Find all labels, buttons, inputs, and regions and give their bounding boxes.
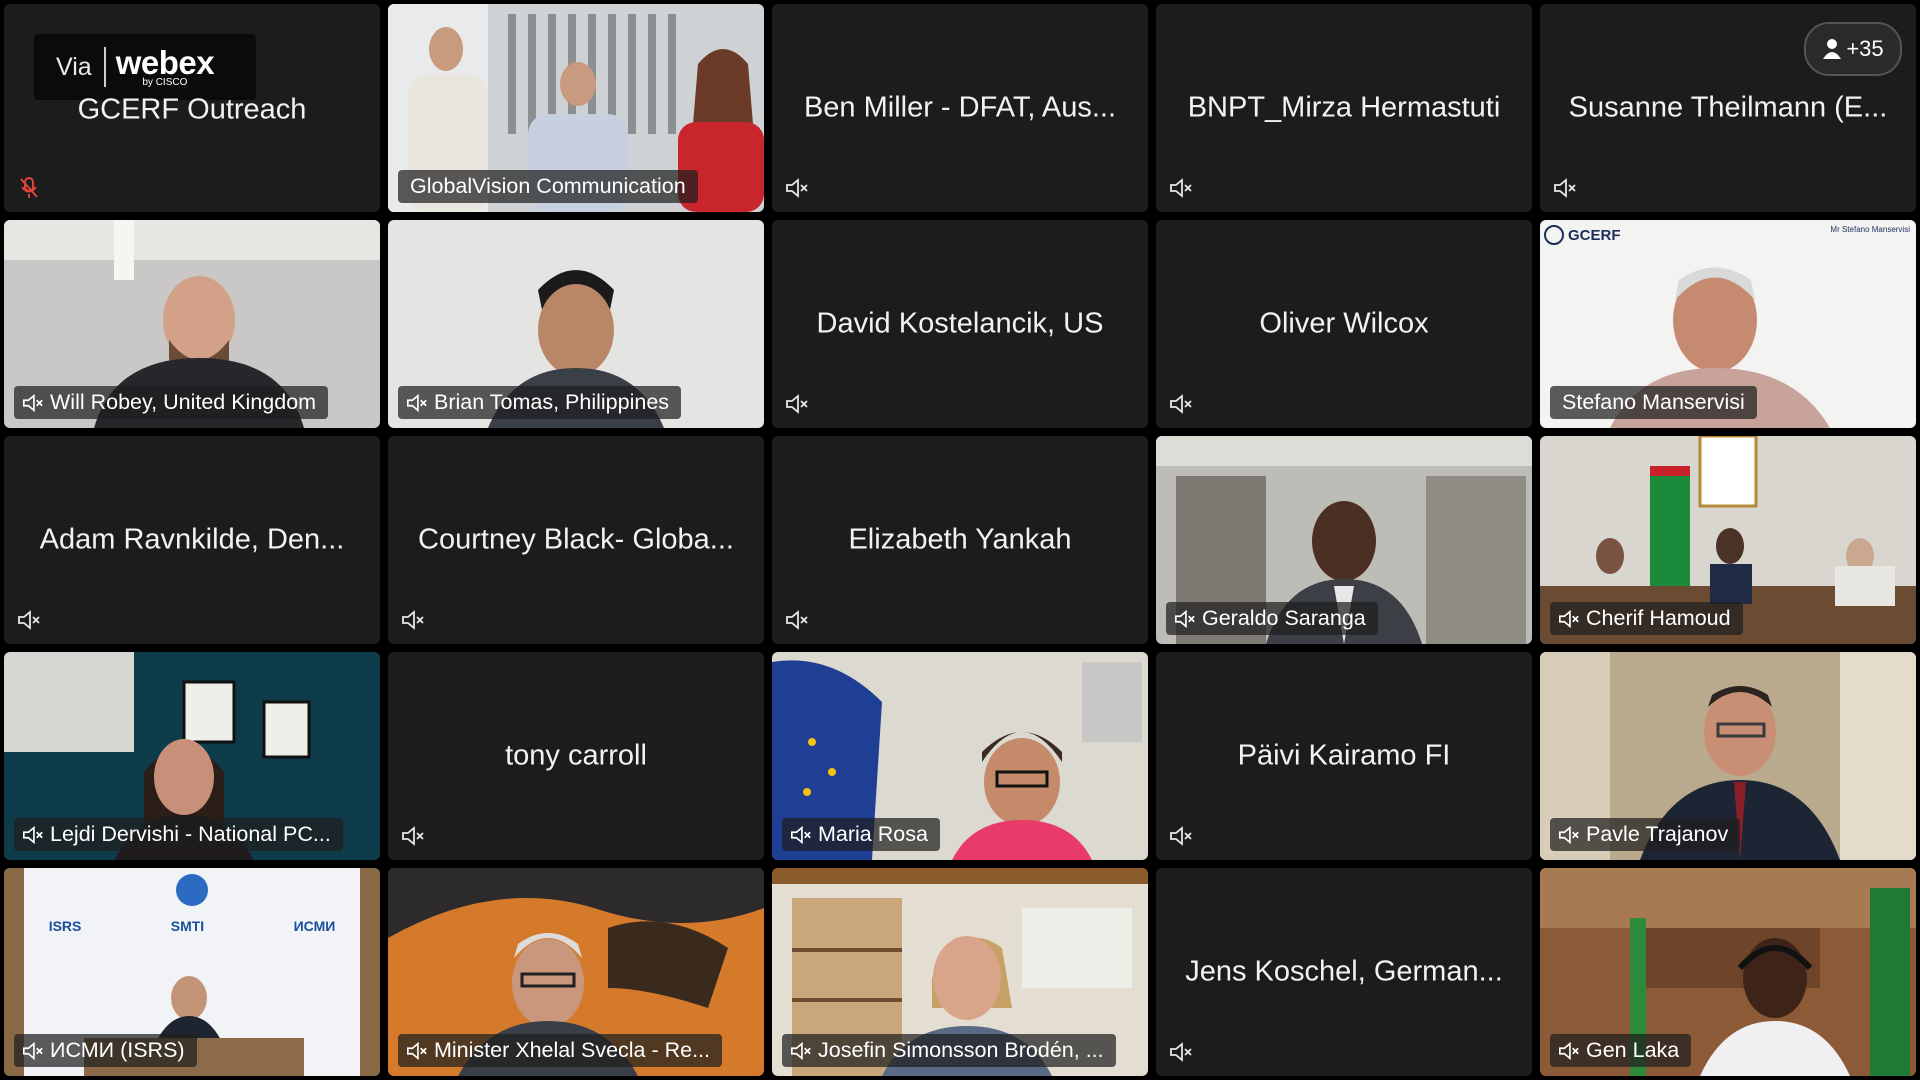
participant-tile[interactable]: Lejdi Dervishi - National PC... [4, 652, 380, 860]
speaker-muted-icon [1559, 825, 1579, 844]
speaker-muted-icon [1559, 1041, 1579, 1060]
participant-name-label: Will Robey, United Kingdom [14, 386, 329, 419]
participant-name-label: Cherif Hamoud [1550, 602, 1743, 635]
isrs-backdrop: ISRS SMTI ИСМИ [48, 918, 336, 934]
speaker-muted-icon [791, 825, 811, 844]
participant-name-label: Lejdi Dervishi - National PC... [14, 818, 343, 851]
speaker-muted-icon [407, 393, 427, 412]
participant-tile[interactable]: Gen Laka [1540, 868, 1916, 1076]
speaker-muted-icon [23, 1041, 43, 1060]
gcerf-logo: GCERF [1544, 225, 1621, 245]
speaker-muted-icon [1554, 178, 1576, 198]
participant-name: Courtney Black- Globa... [418, 523, 734, 556]
participant-tile[interactable]: BNPT_Mirza Hermastuti [1156, 4, 1532, 212]
participant-name-label: Maria Rosa [782, 818, 940, 851]
participant-name: Susanne Theilmann (E... [1568, 91, 1888, 124]
participant-tile[interactable]: GCERF Mr Stefano Manservisi Stefano Mans… [1540, 220, 1916, 428]
participant-tile[interactable]: Adam Ravnkilde, Den... [4, 436, 380, 644]
speaker-muted-icon [786, 610, 808, 630]
participant-name-label: Minister Xhelal Svecla - Re... [398, 1034, 723, 1067]
speaker-muted-icon [402, 826, 424, 846]
participant-tile[interactable]: David Kostelancik, US [772, 220, 1148, 428]
participant-name-label: ИСМИ (ISRS) [14, 1034, 197, 1067]
participant-tile[interactable]: Brian Tomas, Philippines [388, 220, 764, 428]
speaker-muted-icon [1559, 609, 1579, 628]
backdrop-caption: Mr Stefano Manservisi [1830, 225, 1910, 234]
meeting-stage: Via webex by CISCO GCERF Outreach Global… [0, 0, 1920, 1080]
participant-name: Elizabeth Yankah [848, 523, 1072, 556]
participant-tile[interactable]: Pavle Trajanov [1540, 652, 1916, 860]
participant-tile[interactable]: Will Robey, United Kingdom [4, 220, 380, 428]
participant-tile[interactable]: Courtney Black- Globa... [388, 436, 764, 644]
participant-name: GCERF Outreach [77, 93, 307, 126]
participant-name-label: GlobalVision Communication [398, 170, 698, 203]
speaker-muted-icon [407, 1041, 427, 1060]
participant-tile[interactable]: Oliver Wilcox [1156, 220, 1532, 428]
participant-name: tony carroll [505, 739, 647, 772]
participant-tile[interactable]: Geraldo Saranga [1156, 436, 1532, 644]
participant-tile[interactable]: Elizabeth Yankah [772, 436, 1148, 644]
speaker-muted-icon [402, 610, 424, 630]
participant-tile[interactable]: +35 Susanne Theilmann (E... [1540, 4, 1916, 212]
participant-tile[interactable]: Cherif Hamoud [1540, 436, 1916, 644]
speaker-muted-icon [23, 393, 43, 412]
participant-name-label: Brian Tomas, Philippines [398, 386, 682, 419]
speaker-muted-icon [1175, 609, 1195, 628]
participant-tile[interactable]: Via webex by CISCO GCERF Outreach [4, 4, 380, 212]
participant-tile[interactable]: Maria Rosa [772, 652, 1148, 860]
participant-tile[interactable]: tony carroll [388, 652, 764, 860]
participant-name: Oliver Wilcox [1259, 307, 1429, 340]
speaker-muted-icon [791, 1041, 811, 1060]
participant-tile[interactable]: Minister Xhelal Svecla - Re... [388, 868, 764, 1076]
participant-tile[interactable]: Ben Miller - DFAT, Aus... [772, 4, 1148, 212]
participant-name: Päivi Kairamo FI [1237, 739, 1451, 772]
speaker-muted-icon [1170, 394, 1192, 414]
participant-name-label: Gen Laka [1550, 1034, 1692, 1067]
participant-name-label: Stefano Manservisi [1550, 386, 1757, 419]
mic-muted-red-icon [20, 177, 38, 198]
participant-tile[interactable]: Jens Koschel, German... [1156, 868, 1532, 1076]
speaker-muted-icon [1170, 178, 1192, 198]
participant-tile[interactable]: GlobalVision Communication [388, 4, 764, 212]
participant-tile[interactable]: Josefin Simonsson Brodén, ... [772, 868, 1148, 1076]
speaker-muted-icon [18, 610, 40, 630]
participant-name: David Kostelancik, US [816, 307, 1104, 340]
speaker-muted-icon [786, 394, 808, 414]
participant-name-label: Geraldo Saranga [1166, 602, 1378, 635]
speaker-muted-icon [786, 178, 808, 198]
person-icon [1823, 39, 1842, 59]
participant-name: Ben Miller - DFAT, Aus... [803, 91, 1117, 124]
participant-name: Jens Koschel, German... [1185, 955, 1503, 988]
participant-name-label: Pavle Trajanov [1550, 818, 1741, 851]
speaker-muted-icon [1170, 826, 1192, 846]
participant-name-label: Josefin Simonsson Brodén, ... [782, 1034, 1116, 1067]
participant-name: Adam Ravnkilde, Den... [39, 523, 345, 556]
webex-logo: Via webex by CISCO [34, 34, 256, 100]
participant-name: BNPT_Mirza Hermastuti [1187, 91, 1501, 124]
speaker-muted-icon [23, 825, 43, 844]
participant-count-button[interactable]: +35 [1804, 22, 1902, 76]
video-grid: Via webex by CISCO GCERF Outreach Global… [4, 4, 1916, 1076]
participant-tile[interactable]: Päivi Kairamo FI [1156, 652, 1532, 860]
participant-tile[interactable]: ISRS SMTI ИСМИ ИСМИ (ISRS) [4, 868, 380, 1076]
speaker-muted-icon [1170, 1042, 1192, 1062]
